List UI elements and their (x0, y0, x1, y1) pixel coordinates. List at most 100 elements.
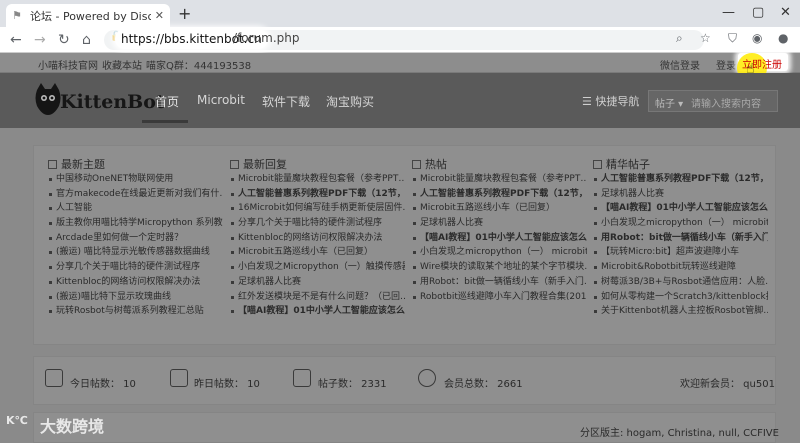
post-link[interactable]: 小白发现之Micropython（一）触摸传感器 (230, 260, 405, 275)
column-header: 精华帖子 (593, 156, 768, 172)
post-link[interactable]: Microbit能量魔块教程包套餐（参考PPT… (230, 172, 405, 187)
extension-shield-icon[interactable]: ⛉ (728, 31, 737, 46)
search-type-select[interactable]: 帖子 ▾ (655, 95, 683, 110)
post-link[interactable]: 【喵AI教程】01中小学人工智能应该怎么… (412, 231, 587, 246)
post-link[interactable]: 中国移动OneNET物联网使用 (48, 172, 223, 187)
search-box[interactable]: 帖子 ▾ 请输入搜索内容 (648, 90, 778, 112)
post-link[interactable]: 足球机器人比赛 (593, 187, 768, 202)
new-tab-icon[interactable]: + (178, 4, 191, 24)
post-link[interactable]: 人工智能普惠系列教程PDF下载（12节，… (593, 172, 768, 187)
post-link[interactable]: Microbit五路巡线小车（已回复） (412, 201, 587, 216)
column-header: 热帖 (412, 156, 587, 172)
tab-title: 论坛 - Powered by Discuz! (30, 9, 151, 23)
zoom-icon[interactable]: ⌕ (676, 31, 683, 46)
kittenbot-logo-icon[interactable] (34, 82, 62, 116)
column-featured-posts: 精华帖子 人工智能普惠系列教程PDF下载（12节，… 足球机器人比赛 【喵AI教程】0… (593, 156, 768, 319)
list-icon (48, 160, 57, 169)
post-link[interactable]: 【玩转Micro:bit】超声波避障小车 (593, 245, 768, 260)
profile-avatar-icon[interactable]: ● (778, 31, 788, 45)
minimize-icon[interactable]: — (722, 5, 735, 21)
maximize-icon[interactable]: ▢ (752, 5, 764, 21)
post-link[interactable]: 16Microbit如何编写硅手柄更新使层固件… (230, 201, 405, 216)
post-link[interactable]: 小白发现之micropython（一） microbit … (593, 216, 768, 231)
today-posts: 今日帖数： 10 (70, 379, 136, 390)
yesterday-posts: 昨日帖数： 10 (194, 379, 260, 390)
post-link[interactable]: 树莓派3B/3B+与Rosbot通信应用：人脸… (593, 275, 768, 290)
wechat-login-link[interactable]: 微信登录 (660, 57, 700, 72)
column-header: 最新主题 (48, 156, 223, 172)
home-icon[interactable]: ⌂ (82, 31, 91, 49)
reload-icon[interactable]: ↻ (58, 31, 70, 49)
post-link[interactable]: 玩转Rosbot与树莓派系列教程汇总贴 (48, 304, 223, 319)
post-link[interactable]: Kittenbloc的网络访问权限解决办法 (230, 231, 405, 246)
total-members: 会员总数： 2661 (444, 379, 523, 390)
watermark-text: 大数跨境 (40, 417, 105, 436)
back-icon[interactable]: ← (10, 31, 22, 49)
nav-microbit[interactable]: Microbit (197, 93, 245, 107)
post-link[interactable]: 用Robot：bit做一辆循线小车（新手入门… (593, 231, 768, 246)
list-icon (593, 160, 602, 169)
partition-moderators: 分区版主: hogam, Christina, null, CCFIVE (580, 428, 779, 439)
column-hot-posts: 热帖 Microbit能量魔块教程包套餐（参考PPT… 人工智能普惠系列教程PDF下… (412, 156, 587, 304)
post-link[interactable]: 人工智能 (48, 201, 223, 216)
watermark-logo-icon: K℃ (6, 414, 28, 427)
post-link[interactable]: 关于Kittenbot机器人主控板Rosbot管脚… (593, 304, 768, 319)
calendar-icon (45, 369, 63, 387)
post-link[interactable]: 用Robot：bit做一辆循线小车（新手入门… (412, 275, 587, 290)
document-icon (293, 369, 311, 387)
post-link[interactable]: 【喵AI教程】01中小学人工智能应该怎么… (230, 304, 405, 319)
list-icon: ☰ (582, 95, 596, 108)
browser-tab[interactable]: ⚑ 论坛 - Powered by Discuz! ✕ (6, 4, 170, 27)
post-link[interactable]: (搬运)喵比特下显示玫瑰曲线 (48, 290, 223, 305)
post-link[interactable]: 小白发现之micropython（一） microbit … (412, 245, 587, 260)
members-icon (418, 369, 436, 387)
favicon-icon: ⚑ (12, 8, 22, 22)
post-link[interactable]: 分享几个关于喵比特的硬件测试程序 (48, 260, 223, 275)
extension-icon[interactable]: ◉ (752, 31, 762, 45)
column-header: 最新回复 (230, 156, 405, 172)
post-link[interactable]: (搬运) 喵比特显示光敏传感器数据曲线 (48, 245, 223, 260)
column-latest-topics: 最新主题 中国移动OneNET物联网使用 官方makecode在线最近更新对我们有什… (48, 156, 223, 319)
post-link[interactable]: Microbit&Robotbit玩转巡线避障 (593, 260, 768, 275)
post-link[interactable]: Robotbit巡线避障小车入门教程合集(201… (412, 290, 587, 305)
post-link[interactable]: Microbit能量魔块教程包套餐（参考PPT… (412, 172, 587, 187)
post-link[interactable]: 足球机器人比赛 (230, 275, 405, 290)
bookmark-site-link[interactable]: 收藏本站 (102, 57, 142, 72)
close-tab-icon[interactable]: ✕ (155, 9, 164, 22)
post-link[interactable]: 版主教你用喵比特学Micropython 系列教… (48, 216, 223, 231)
post-link[interactable]: 人工智能普惠系列教程PDF下载（12节，… (412, 187, 587, 202)
post-link[interactable]: 【喵AI教程】01中小学人工智能应该怎么… (593, 201, 768, 216)
logo-text[interactable]: KittenBot (60, 91, 165, 113)
post-link[interactable]: 如何从零构建一个Scratch3/kittenblock插… (593, 290, 768, 305)
forward-icon[interactable]: → (34, 31, 46, 49)
column-latest-replies: 最新回复 Microbit能量魔块教程包套餐（参考PPT… 人工智能普惠系列教程PD… (230, 156, 405, 319)
bookmark-star-icon[interactable]: ☆ (700, 31, 711, 45)
nav-taobao[interactable]: 淘宝购买 (326, 93, 374, 110)
quick-nav[interactable]: ☰ 快捷导航 (582, 93, 639, 109)
nav-home[interactable]: 首页 (155, 93, 179, 110)
official-site-link[interactable]: 小喵科技官网 (38, 57, 98, 72)
post-link[interactable]: 足球机器人比赛 (412, 216, 587, 231)
calendar-icon (170, 369, 188, 387)
site-top-bar: 小喵科技官网 收藏本站 喵家Q群：444193538 微信登录 登录 (0, 53, 800, 73)
post-link[interactable]: 分享几个关于喵比特的硬件测试程序 (230, 216, 405, 231)
list-icon (412, 160, 421, 169)
stats-bar (33, 356, 776, 405)
post-link[interactable]: Microbit五路巡线小车（已回复） (230, 245, 405, 260)
qq-group-text: 喵家Q群：444193538 (146, 61, 252, 72)
login-link[interactable]: 登录 (716, 57, 736, 72)
nav-software-download[interactable]: 软件下载 (262, 93, 310, 110)
post-link[interactable]: Kittenbloc的网络访问权限解决办法 (48, 275, 223, 290)
post-link[interactable]: Arcdade里如何做一个定时器？ (48, 231, 223, 246)
nav-active-indicator (142, 120, 188, 123)
post-link[interactable]: 人工智能普惠系列教程PDF下载（12节，… (230, 187, 405, 202)
close-window-icon[interactable]: ✕ (780, 5, 791, 21)
welcome-new-member[interactable]: 欢迎新会员： qu501 (680, 375, 775, 390)
post-link[interactable]: 官方makecode在线最近更新对我们有什… (48, 187, 223, 202)
total-posts: 帖子数： 2331 (318, 379, 387, 390)
list-icon (230, 160, 239, 169)
post-link[interactable]: 红外发送模块是不是有什么问题？（已回… (230, 290, 405, 305)
search-input[interactable]: 请输入搜索内容 (691, 95, 761, 110)
url-path[interactable]: /forum.php (233, 31, 300, 45)
post-link[interactable]: Wire模块的读取某个地址的某个字节模块… (412, 260, 587, 275)
